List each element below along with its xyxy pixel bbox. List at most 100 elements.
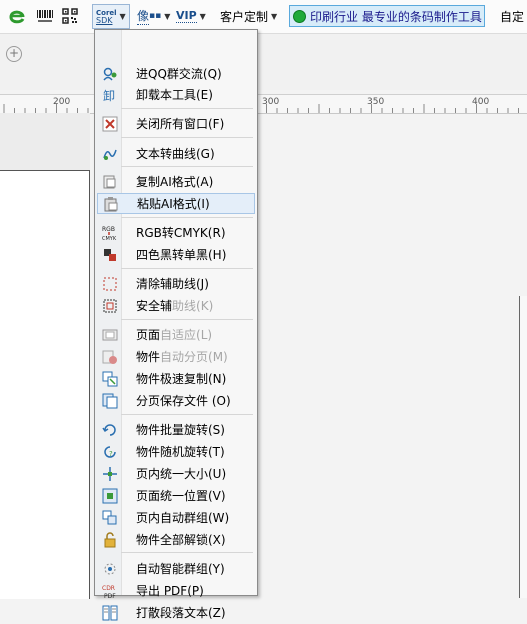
close-windows-icon xyxy=(102,116,118,132)
text-to-curve-icon xyxy=(102,146,118,162)
ruler-label-400: 400 xyxy=(472,97,490,107)
menu-item-label: 复制AI格式(A) xyxy=(136,175,214,189)
horizontal-ruler: 200 300 350 400 xyxy=(0,94,527,114)
vip-label: VIP xyxy=(176,9,197,23)
svg-text:RGB: RGB xyxy=(102,226,115,233)
corel-sdk-dropdown-menu: 进QQ群交流(Q) 卸 卸载本工具(E) 关闭所有窗口(F) 文本转曲线(G) 复制AI格… xyxy=(94,29,258,620)
uninstall-icon: 卸 xyxy=(102,87,118,103)
paste-ai-icon xyxy=(103,196,119,212)
menu-item-label: 页面统一位置(V) xyxy=(136,489,226,503)
custom-right-button[interactable]: 自定 xyxy=(500,5,524,27)
menu-item-close-windows[interactable]: 关闭所有窗口(F) xyxy=(97,113,255,134)
menu-item-label: 物件全部解锁(X) xyxy=(136,533,226,547)
qq-group-icon xyxy=(102,66,118,82)
export-pdf-icon: CDR PDF xyxy=(102,583,118,600)
menu-item-batch-rotate[interactable]: 物件批量旋转(S) xyxy=(97,419,255,440)
menu-item-copy-ai[interactable]: 复制AI格式(A) xyxy=(97,171,255,192)
corel-sdk-bottom-label: SDK xyxy=(96,15,113,25)
auto-group-icon xyxy=(102,510,118,526)
qrcode-icon[interactable] xyxy=(62,5,78,27)
menu-item-unlock-all[interactable]: 物件全部解锁(X) xyxy=(97,529,255,550)
right-page-edge xyxy=(519,296,527,598)
ruler-label-200: 200 xyxy=(53,97,71,107)
vip-button[interactable]: VIP ▼ xyxy=(176,5,206,27)
menu-item-smart-group[interactable]: 自动智能群组(Y) xyxy=(97,558,255,579)
barcode-icon[interactable] xyxy=(36,5,54,27)
corel-sdk-button[interactable]: Corel SDK ▼ xyxy=(92,4,130,29)
page-fit-icon xyxy=(102,327,118,343)
menu-item-label: 物件随机旋转(T) xyxy=(136,445,225,459)
menu-item-text-to-curve[interactable]: 文本转曲线(G) xyxy=(97,143,255,164)
promo-banner-text: 印刷行业 最专业的条码制作工具 xyxy=(310,9,482,24)
menu-item-label: 页内统一大小(U) xyxy=(136,467,227,481)
menu-item-label-disabled: 助线(K) xyxy=(172,299,214,313)
menu-item-label: 自动智能群组(Y) xyxy=(136,562,225,576)
app-logo-icon[interactable] xyxy=(8,5,26,27)
menu-item-uniform-position[interactable]: 页面统一位置(V) xyxy=(97,485,255,506)
auto-paginate-icon xyxy=(102,349,118,365)
menu-item-save-pages[interactable]: 分页保存文件 (O) xyxy=(97,390,255,411)
pixel-dots-icon: ▪▪ xyxy=(149,11,162,21)
menu-item-fast-copy[interactable]: 物件极速复制(N) xyxy=(97,368,255,389)
clear-guides-icon xyxy=(102,276,118,292)
menu-separator xyxy=(121,319,253,320)
menu-item-label: 安全辅 xyxy=(136,299,173,313)
smart-group-icon xyxy=(102,561,118,577)
uniform-size-icon xyxy=(102,466,118,482)
random-rotate-icon: ? xyxy=(102,444,118,460)
pixel-label: 像 xyxy=(137,9,150,25)
menu-separator xyxy=(121,166,253,167)
menu-item-label: 清除辅助线(J) xyxy=(136,277,209,291)
add-icon[interactable]: + xyxy=(6,46,22,62)
menu-item-label: 打散段落文本(Z) xyxy=(136,606,226,620)
menu-item-black-convert[interactable]: 四色黑转单黑(H) xyxy=(97,244,255,265)
black-convert-icon xyxy=(102,247,118,263)
top-toolbar: Corel SDK ▼ 像 ▪▪ ▼ VIP ▼ 客户定制 ▼ 印刷行业 最专业… xyxy=(0,0,527,34)
menu-item-label: 物件 xyxy=(136,350,161,364)
menu-item-uninstall[interactable]: 卸 卸载本工具(E) xyxy=(97,84,255,105)
menu-item-rgb-cmyk[interactable]: RGB CMYK RGB转CMYK(R) xyxy=(97,222,255,243)
customer-custom-label: 客户定制 xyxy=(220,9,269,24)
unlock-all-icon xyxy=(102,531,118,548)
menu-item-label: 关闭所有窗口(F) xyxy=(136,117,225,131)
menu-item-page-fit[interactable]: 页面 自适应(L) xyxy=(97,324,255,345)
uniform-position-icon xyxy=(102,488,118,504)
chevron-down-icon: ▼ xyxy=(271,11,278,21)
green-status-icon xyxy=(293,9,306,23)
pixel-button[interactable]: 像 ▪▪ ▼ xyxy=(137,5,170,27)
customer-custom-button[interactable]: 客户定制 ▼ xyxy=(220,5,277,27)
document-page xyxy=(0,170,90,599)
menu-separator xyxy=(121,268,253,269)
chevron-down-icon: ▼ xyxy=(119,12,126,21)
safe-guides-icon xyxy=(102,298,118,314)
menu-item-clear-guides[interactable]: 清除辅助线(J) xyxy=(97,273,255,294)
menu-item-label: 进QQ群交流(Q) xyxy=(136,67,222,81)
menu-item-uniform-size[interactable]: 页内统一大小(U) xyxy=(97,463,255,484)
rgb-cmyk-icon: RGB CMYK xyxy=(102,225,118,242)
menu-item-auto-paginate[interactable]: 物件 自动分页(M) xyxy=(97,346,255,367)
menu-item-label: 文本转曲线(G) xyxy=(136,147,215,161)
ruler-label-350: 350 xyxy=(367,97,385,107)
chevron-down-icon: ▼ xyxy=(164,11,171,21)
menu-item-label: 分页保存文件 (O) xyxy=(136,394,231,408)
menu-item-qq-group[interactable]: 进QQ群交流(Q) xyxy=(97,63,255,84)
menu-item-label: 页内自动群组(W) xyxy=(136,511,230,525)
menu-separator xyxy=(121,137,253,138)
copy-ai-icon xyxy=(102,174,118,190)
menu-separator xyxy=(121,552,253,553)
menu-item-auto-group[interactable]: 页内自动群组(W) xyxy=(97,507,255,528)
batch-rotate-icon xyxy=(102,422,118,438)
menu-item-label: RGB转CMYK(R) xyxy=(136,226,226,240)
chevron-down-icon: ▼ xyxy=(199,11,206,21)
menu-item-break-paragraph[interactable]: 打散段落文本(Z) xyxy=(97,602,255,623)
menu-separator xyxy=(121,108,253,109)
menu-item-label-disabled: 自适应(L) xyxy=(160,328,213,342)
menu-item-label: 物件极速复制(N) xyxy=(136,372,227,386)
fast-copy-icon xyxy=(102,371,118,387)
menu-item-label-disabled: 自动分页(M) xyxy=(160,350,228,364)
menu-item-safe-guides[interactable]: 安全辅 助线(K) xyxy=(97,295,255,316)
svg-text:CMYK: CMYK xyxy=(102,236,117,241)
promo-banner[interactable]: 印刷行业 最专业的条码制作工具 xyxy=(289,5,485,27)
menu-item-paste-ai[interactable]: 粘贴AI格式(I) xyxy=(97,193,255,214)
menu-item-random-rotate[interactable]: ? 物件随机旋转(T) xyxy=(97,441,255,462)
